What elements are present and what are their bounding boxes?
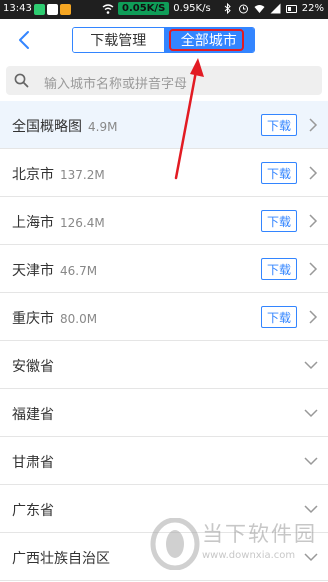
province-row[interactable]: 甘肃省 [0,437,328,485]
watermark-url: www.downxia.com [202,550,296,561]
province-name: 甘肃省 [12,455,54,471]
notification-icons [34,4,71,15]
city-name-text: 天津市 [12,263,54,279]
message-notification-icon [47,4,58,15]
search-icon [14,73,29,88]
city-list: 全国概略图 4.9M 下载 北京市 137.2M 下载 上海市 126.4M 下载 天… [0,101,328,581]
list-item[interactable]: 上海市 126.4M 下载 [0,197,328,245]
watermark-logo [150,518,200,570]
map-size: 137.2M [60,168,105,182]
watermark-title: 当下软件园 [202,522,317,546]
list-item[interactable]: 重庆市 80.0M 下载 [0,293,328,341]
city-name: 全国概略图 4.9M [12,116,117,136]
chevron-down-icon[interactable] [304,409,318,418]
map-size: 80.0M [60,312,98,326]
app-notification-icon [60,4,71,15]
app-notification-icon [34,4,45,15]
network-speed-badge: 0.05K/S [118,2,170,15]
city-name-text: 重庆市 [12,311,54,327]
download-button[interactable]: 下载 [261,162,297,184]
chevron-right-icon[interactable] [308,262,318,276]
alarm-icon [238,4,248,14]
city-name-text: 全国概略图 [12,119,82,135]
cellular-signal-icon [270,3,281,14]
chevron-right-icon[interactable] [308,214,318,228]
battery-level: 22% [301,3,324,14]
wifi-signal-icon [254,5,265,13]
list-item[interactable]: 全国概略图 4.9M 下载 [0,101,328,149]
status-bar: 13:43 0.05K/S 0.95K/s 22% [0,0,328,19]
bluetooth-icon [224,3,231,14]
city-search-input[interactable]: 输入城市名称或拼音字母 [6,66,322,95]
map-size: 126.4M [60,216,105,230]
network-speed-text: 0.95K/s [173,3,211,14]
battery-icon [285,4,297,13]
city-name: 天津市 46.7M [12,260,97,280]
wifi-icon [102,3,114,14]
list-item[interactable]: 北京市 137.2M 下载 [0,149,328,197]
map-size: 46.7M [60,264,98,278]
header-bar: 下载管理 全部城市 [0,19,328,61]
chevron-down-icon[interactable] [304,505,318,514]
city-name-text: 北京市 [12,167,54,183]
province-name: 安徽省 [12,359,54,375]
search-placeholder: 输入城市名称或拼音字母 [44,77,188,92]
city-name: 重庆市 80.0M [12,308,97,328]
watermark: 当下软件园 www.downxia.com [150,516,325,576]
province-row[interactable]: 安徽省 [0,341,328,389]
province-name: 福建省 [12,407,54,423]
city-name-text: 上海市 [12,215,54,231]
chevron-down-icon[interactable] [304,457,318,466]
list-item[interactable]: 天津市 46.7M 下载 [0,245,328,293]
download-button[interactable]: 下载 [261,306,297,328]
province-row[interactable]: 福建省 [0,389,328,437]
tab-all-cities[interactable]: 全部城市 [163,28,254,52]
tab-label: 全部城市 [180,33,237,49]
download-button[interactable]: 下载 [261,210,297,232]
city-name: 北京市 137.2M [12,164,105,184]
download-button[interactable]: 下载 [261,258,297,280]
chevron-right-icon[interactable] [308,310,318,324]
status-time: 13:43 [3,3,32,14]
download-button[interactable]: 下载 [261,114,297,136]
province-name: 广东省 [12,503,54,519]
tab-switcher: 下载管理 全部城市 [72,27,255,53]
city-name: 上海市 126.4M [12,212,105,232]
chevron-right-icon[interactable] [308,166,318,180]
chevron-right-icon[interactable] [308,118,318,132]
tab-download-manager[interactable]: 下载管理 [73,28,164,52]
back-arrow-icon[interactable] [10,25,40,55]
search-area: 输入城市名称或拼音字母 [0,61,328,101]
tab-label: 下载管理 [90,33,147,49]
province-name: 广西壮族自治区 [12,551,110,567]
chevron-down-icon[interactable] [304,361,318,370]
map-size: 4.9M [88,120,118,134]
